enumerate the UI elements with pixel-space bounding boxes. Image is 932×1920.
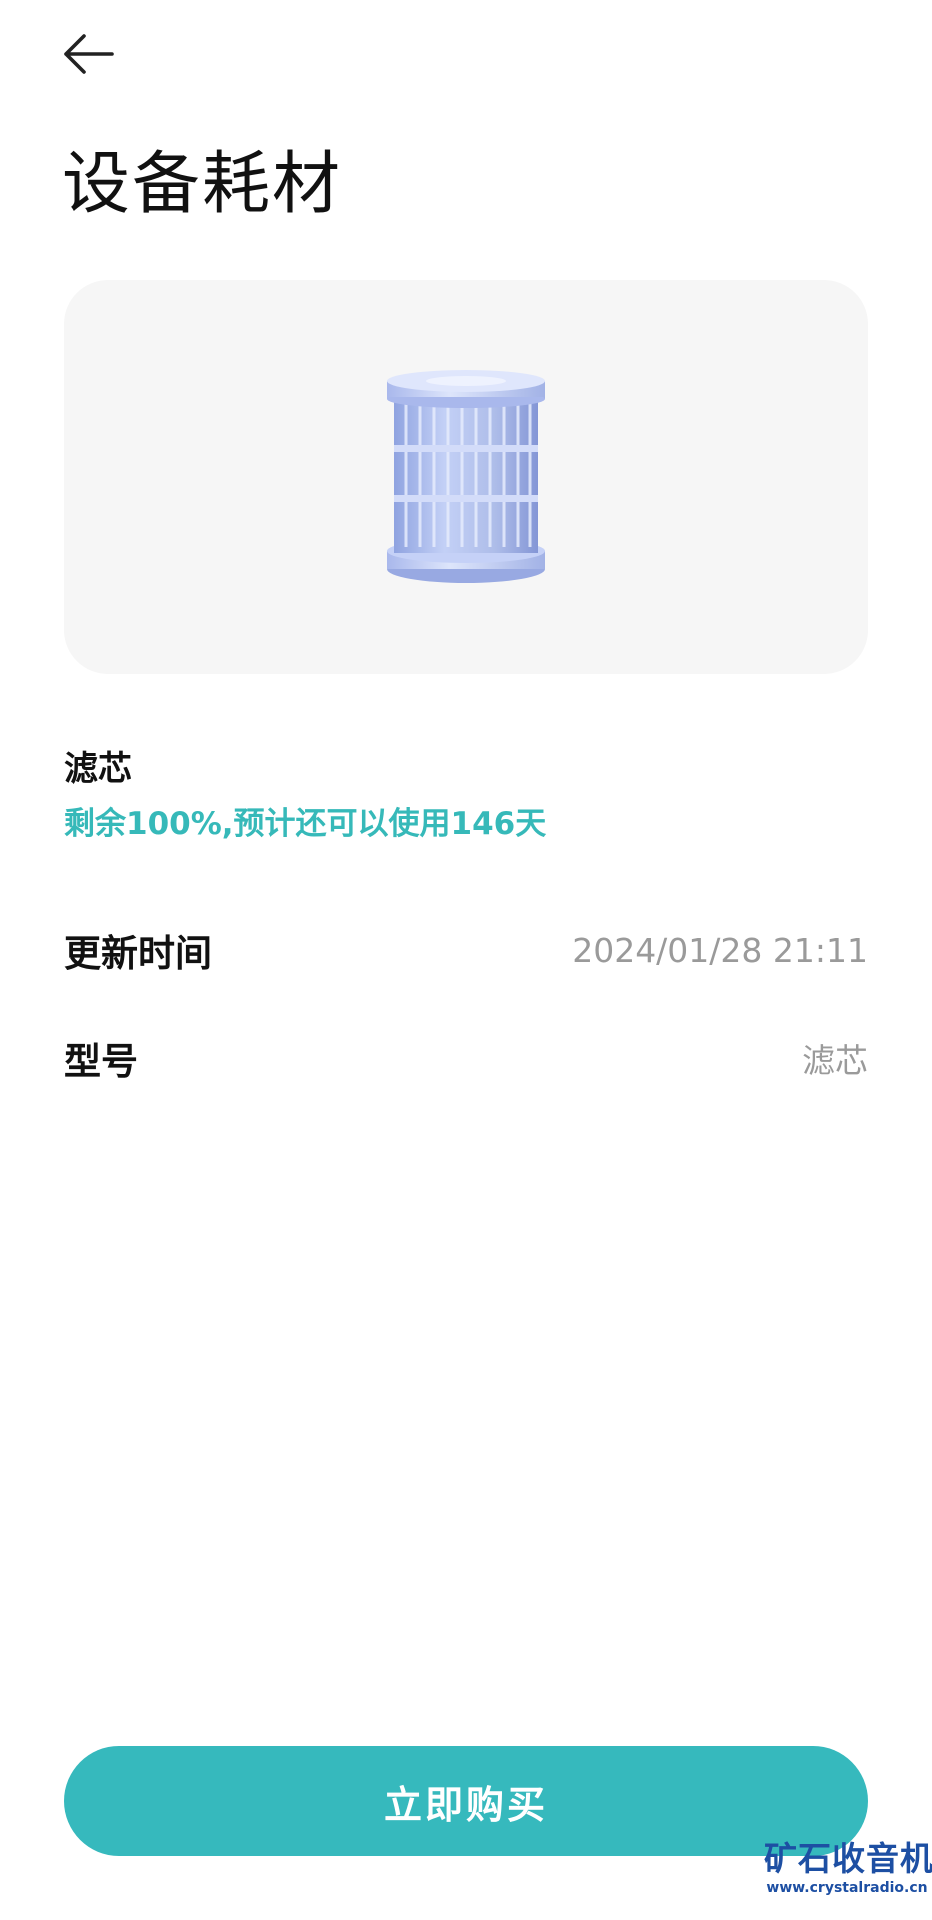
watermark-url: www.crystalradio.cn: [766, 1880, 928, 1896]
consumable-name: 滤芯: [64, 749, 132, 789]
watermark: 矿石收音机 www.crystalradio.cn: [764, 1839, 932, 1898]
consumables-page: 设备耗材 滤芯 剩余100%,预计还可以使用146天 更新时间 2024/01/…: [0, 0, 932, 1920]
model-label: 型号: [64, 1040, 138, 1083]
update-time-value: 2024/01/28 21:11: [572, 930, 868, 970]
filter-cartridge-image: [387, 370, 545, 583]
watermark-title: 矿石收音机: [764, 1839, 932, 1878]
page-title: 设备耗材: [62, 145, 343, 224]
consumable-image-card: [64, 280, 868, 674]
model-row: 型号 滤芯: [64, 1028, 868, 1088]
update-time-label: 更新时间: [64, 932, 212, 975]
buy-now-button[interactable]: 立即购买: [64, 1746, 868, 1856]
update-time-row: 更新时间 2024/01/28 21:11: [64, 920, 868, 980]
consumable-status: 剩余100%,预计还可以使用146天: [64, 806, 547, 842]
arrow-left-icon: [64, 34, 114, 74]
back-button[interactable]: [52, 18, 124, 90]
model-value: 滤芯: [802, 1041, 868, 1080]
buy-now-label: 立即购买: [383, 1782, 548, 1827]
